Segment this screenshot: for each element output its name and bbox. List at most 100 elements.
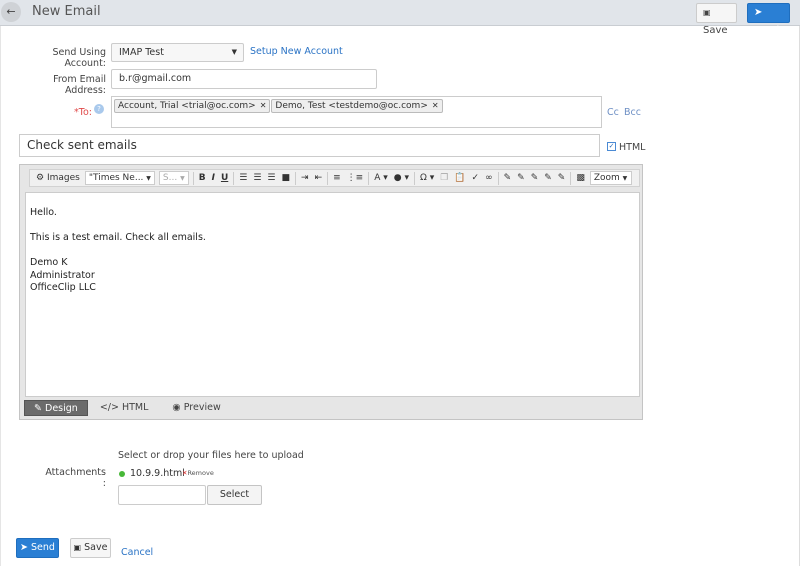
code-icon: </>	[99, 402, 119, 413]
body-line	[30, 245, 639, 258]
paper-plane-icon: ➤	[20, 542, 28, 553]
spellcheck-icon[interactable]: ✓	[469, 173, 483, 183]
toolbar-divider	[497, 171, 499, 185]
copy-icon[interactable]: ❐	[437, 173, 451, 183]
tab-preview-label: Preview	[183, 402, 221, 413]
footer-save-label: Save	[84, 542, 108, 553]
clear-format-icon[interactable]: ✎	[514, 173, 528, 183]
remove-recipient-icon[interactable]: ✕	[260, 101, 267, 110]
unordered-list-icon[interactable]: ⋮≡	[344, 173, 367, 183]
toolbar-divider	[233, 171, 235, 185]
header-send-label: Send	[754, 25, 780, 36]
font-family-dropdown[interactable]: "Times Ne... ▼	[84, 171, 155, 185]
account-label: Send Using Account:	[52, 47, 106, 69]
page-header: ← New Email ▣ Save ➤ Send	[0, 0, 800, 36]
cancel-link[interactable]: Cancel	[121, 547, 153, 558]
toolbar-divider	[368, 171, 370, 185]
indent-icon[interactable]: ⇥	[298, 173, 312, 183]
recipient-chip: Demo, Test <testdemo@oc.com> ✕	[271, 99, 443, 113]
body-line	[30, 220, 639, 233]
tab-html[interactable]: </> HTML	[88, 400, 161, 416]
arrow-left-icon: ←	[6, 5, 16, 18]
toolbar-divider	[570, 171, 572, 185]
font-size-dropdown[interactable]: S... ▼	[158, 171, 189, 185]
tab-preview[interactable]: ◉ Preview	[160, 400, 232, 416]
toolbar-divider	[192, 171, 194, 185]
upload-hint[interactable]: Select or drop your files here to upload	[118, 450, 304, 461]
justify-icon[interactable]: ■	[279, 173, 294, 183]
eye-icon: ◉	[172, 402, 181, 413]
font-color-icon[interactable]: A ▾	[371, 173, 391, 183]
caret-down-icon: ▼	[180, 175, 185, 182]
brush-icon[interactable]: ✎	[541, 173, 555, 183]
remove-attachment-link[interactable]: ✕Remove	[182, 469, 214, 477]
paste-icon[interactable]: 📋	[451, 173, 468, 183]
editor-toolbar: ⚙ Images "Times Ne... ▼ S... ▼ B I U ☰ ☰…	[29, 169, 640, 187]
align-right-icon[interactable]: ☰	[264, 173, 278, 183]
to-label: *To:	[74, 107, 92, 118]
special-character-icon[interactable]: Ω ▾	[417, 173, 437, 183]
header-save-button[interactable]: ▣ Save	[696, 3, 737, 36]
account-select[interactable]: IMAP Test ▼	[111, 43, 244, 62]
editor-content[interactable]: Hello. This is a test email. Check all e…	[25, 192, 640, 397]
to-recipients-input[interactable]: Account, Trial <trial@oc.com> ✕ Demo, Test…	[111, 96, 602, 128]
brush-icon[interactable]: ✎	[528, 173, 542, 183]
underline-icon[interactable]: U	[218, 173, 231, 183]
tab-html-label: HTML	[121, 402, 149, 413]
toolbar-divider	[327, 171, 329, 185]
brush-icon[interactable]: ✎	[555, 173, 569, 183]
footer-send-label: Send	[31, 542, 55, 553]
caret-down-icon: ▼	[622, 175, 628, 182]
align-center-icon[interactable]: ☰	[250, 173, 264, 183]
select-file-button[interactable]: Select	[207, 485, 262, 505]
file-name-input[interactable]	[118, 485, 206, 505]
from-label: From Email Address:	[53, 74, 106, 96]
zoom-dropdown[interactable]: Zoom ▼	[589, 171, 632, 185]
left-border	[0, 26, 1, 566]
images-label: Images	[46, 173, 80, 183]
caret-down-icon: ▼	[231, 48, 237, 56]
help-icon[interactable]: ?	[94, 104, 104, 114]
ordered-list-icon[interactable]: ≡	[330, 173, 344, 183]
toolbar-divider	[295, 171, 297, 185]
toolbar-divider	[413, 171, 415, 185]
images-button[interactable]: ⚙ Images	[33, 173, 83, 183]
body-line: OfficeClip LLC	[30, 282, 96, 293]
italic-icon[interactable]: I	[209, 173, 218, 183]
bold-icon[interactable]: B	[196, 173, 209, 183]
fullscreen-icon[interactable]: ▩	[573, 173, 588, 183]
body-line: Hello.	[30, 207, 57, 218]
align-left-icon[interactable]: ☰	[236, 173, 250, 183]
tab-design[interactable]: ✎ Design	[24, 400, 88, 416]
font-size-value: S...	[162, 173, 178, 183]
header-send-button[interactable]: ➤ Send	[747, 3, 790, 36]
outdent-icon[interactable]: ⇤	[312, 173, 326, 183]
footer-send-button[interactable]: ➤ Send	[16, 538, 59, 558]
check-icon: ✓	[608, 142, 615, 150]
body-line: Administrator	[30, 269, 95, 281]
remove-recipient-icon[interactable]: ✕	[432, 101, 439, 110]
html-checkbox[interactable]: ✓	[607, 142, 616, 151]
floppy-disk-icon: ▣	[73, 543, 82, 552]
zoom-label: Zoom	[593, 173, 620, 183]
attachment-file-name: 10.9.9.html	[130, 468, 185, 479]
setup-new-account-link[interactable]: Setup New Account	[250, 46, 343, 57]
page-title: New Email	[32, 4, 101, 19]
from-email-input[interactable]: b.r@gmail.com	[111, 69, 377, 89]
header-save-label: Save	[703, 25, 728, 36]
highlight-color-icon[interactable]: ● ▾	[391, 173, 412, 183]
remove-attachment-label: Remove	[187, 469, 214, 477]
font-family-value: "Times Ne...	[88, 173, 144, 183]
format-brush-icon[interactable]: ✎	[501, 173, 515, 183]
link-icon[interactable]: ∞	[482, 173, 496, 183]
body-line: Demo K	[30, 257, 68, 268]
footer-save-button[interactable]: ▣ Save	[70, 538, 111, 558]
bcc-link[interactable]: Bcc	[624, 107, 641, 118]
floppy-disk-icon: ▣	[703, 8, 711, 17]
body-line: This is a test email. Check all emails.	[30, 232, 206, 243]
attachments-label: Attachments :	[45, 467, 106, 489]
gear-icon: ⚙	[36, 173, 45, 183]
cc-link[interactable]: Cc	[607, 107, 619, 118]
subject-input[interactable]: Check sent emails	[19, 134, 600, 157]
back-button[interactable]: ←	[1, 2, 21, 22]
